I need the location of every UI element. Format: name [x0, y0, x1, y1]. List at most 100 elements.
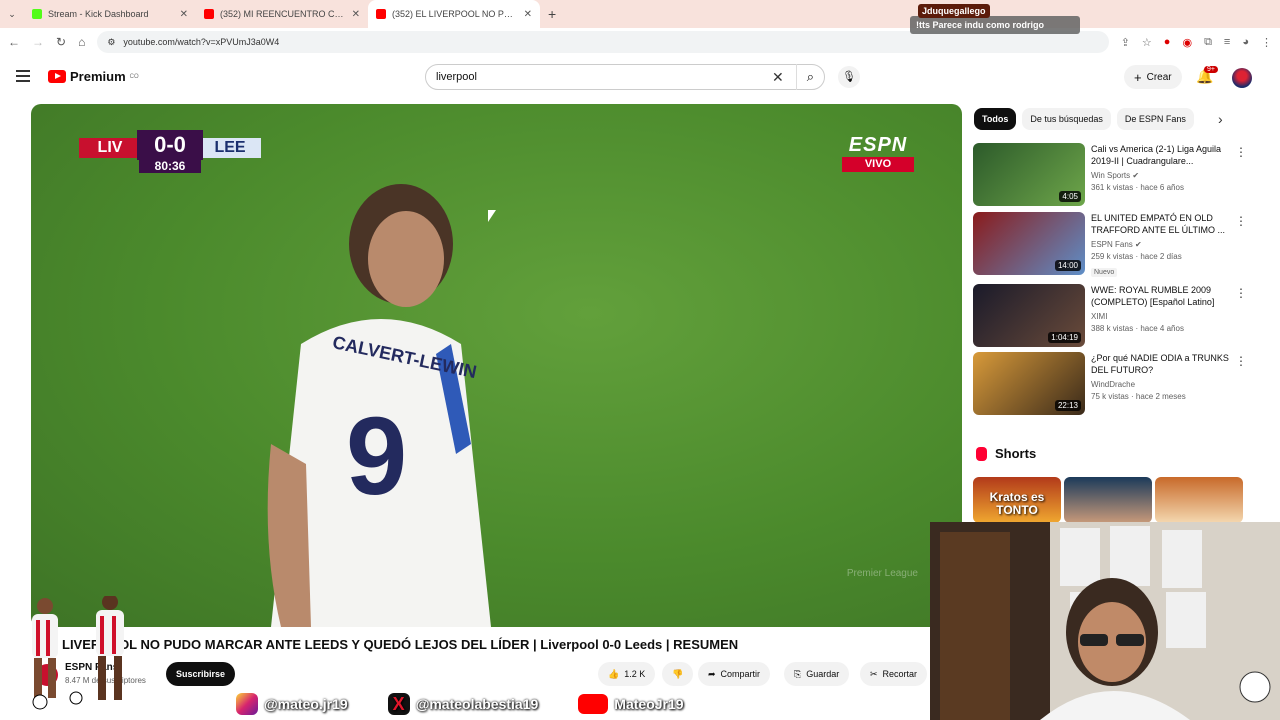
channel-name[interactable]: WindDrache [1091, 380, 1231, 389]
chip-from-searches[interactable]: De tus búsquedas [1022, 108, 1111, 130]
video-info: ¿Por qué NADIE ODIA a TRUNKS DEL FUTURO?… [1091, 352, 1231, 401]
video-thumbnail[interactable]: 22:13 [973, 352, 1085, 415]
microphone-icon[interactable]: 🎙 [838, 66, 860, 88]
search-input[interactable]: liverpool [436, 71, 772, 83]
chip-all[interactable]: Todos [974, 108, 1017, 130]
live-badge: VIVO [842, 157, 914, 172]
verified-icon: ✔ [1132, 171, 1140, 180]
share-icon: ➦ [708, 669, 716, 679]
bookmark-star-icon[interactable]: ☆ [1142, 36, 1152, 49]
duration-badge: 14:00 [1054, 260, 1081, 271]
verified-icon: ✔ [1135, 240, 1142, 249]
search-box[interactable]: liverpool ✕ ⌕ [425, 64, 825, 90]
tab-title: Stream - Kick Dashboard [48, 9, 149, 19]
save-label: Guardar [806, 669, 840, 679]
video-player[interactable]: CALVERT-LEWIN 9 LIV LEE 0-0 80:36 ESPN V… [31, 104, 962, 627]
create-button[interactable]: + Crear [1124, 65, 1182, 89]
tab-kick-dashboard[interactable]: Stream - Kick Dashboard ✕ [24, 0, 196, 28]
mouse-cursor [488, 210, 496, 222]
duration-badge: 1:04:19 [1048, 332, 1081, 343]
youtube-favicon [376, 9, 386, 19]
chip-bar: Todos De tus búsquedas De ESPN Fans [974, 108, 1194, 130]
youtube-header: Premium CO liverpool ✕ ⌕ 🎙 + Crear 🔔 9+ [0, 56, 1280, 100]
chat-username: Jduquegallego [918, 4, 990, 18]
like-button[interactable]: 👍 1.2 K [598, 662, 656, 686]
handle-text: @mateolabestia19 [415, 696, 539, 712]
short-label: Kratos es TONTO [989, 490, 1045, 517]
youtube-logo-icon [48, 70, 66, 83]
reload-icon[interactable]: ↻ [56, 35, 66, 49]
video-title[interactable]: WWE: ROYAL RUMBLE 2009 (COMPLETO) [Españ… [1091, 284, 1231, 308]
handle-text: @mateo.jr19 [264, 696, 348, 712]
match-clock: 80:36 [139, 159, 201, 173]
close-icon[interactable]: ✕ [524, 9, 532, 20]
subscribe-button[interactable]: Suscribirse [166, 662, 236, 686]
chevron-right-icon[interactable]: › [1218, 111, 1223, 127]
clear-search-icon[interactable]: ✕ [772, 69, 784, 86]
channel-name-text: ESPN Fans [1091, 240, 1133, 249]
recommended-video[interactable]: 22:13 ¿Por qué NADIE ODIA a TRUNKS DEL F… [973, 352, 1253, 416]
site-info-icon[interactable]: ⚙ [107, 37, 115, 48]
youtube-premium-logo[interactable]: Premium CO [48, 69, 139, 84]
x-icon: X [387, 693, 410, 715]
back-icon[interactable]: ← [8, 35, 20, 49]
more-options-icon[interactable]: ⋮ [1235, 354, 1247, 368]
recommended-video[interactable]: 1:04:19 WWE: ROYAL RUMBLE 2009 (COMPLETO… [973, 284, 1253, 348]
create-label: Crear [1146, 71, 1172, 83]
save-button[interactable]: ⎘ Guardar [784, 662, 850, 686]
new-tab-icon[interactable]: + [548, 6, 556, 22]
url-field[interactable]: ⚙ youtube.com/watch?v=xPVUmJ3a0W4 [97, 31, 1109, 53]
more-options-icon[interactable]: ⋮ [1235, 286, 1247, 300]
close-icon[interactable]: ✕ [180, 9, 188, 20]
clip-button[interactable]: ✂ Recortar [860, 662, 928, 686]
video-meta: 388 k vistas · hace 4 años [1091, 324, 1184, 333]
tab-list-icon[interactable]: ⌄ [0, 9, 24, 20]
search-divider [795, 64, 797, 90]
media-icon[interactable]: ≡ [1224, 36, 1230, 48]
channel-name[interactable]: Win Sports ✔ [1091, 171, 1231, 180]
video-title[interactable]: ¿Por qué NADIE ODIA a TRUNKS DEL FUTURO? [1091, 352, 1231, 376]
more-options-icon[interactable]: ⋮ [1235, 145, 1247, 159]
short-item[interactable]: Kratos es TONTO [973, 477, 1061, 523]
recommended-video[interactable]: 14:00 EL UNITED EMPATÓ EN OLD TRAFFORD A… [973, 212, 1253, 279]
youtube-favicon [204, 9, 214, 19]
recommended-video[interactable]: 4:05 Cali vs America (2-1) Liga Aguila 2… [973, 143, 1253, 207]
video-info: WWE: ROYAL RUMBLE 2009 (COMPLETO) [Españ… [1091, 284, 1231, 333]
short-item[interactable] [1155, 477, 1243, 523]
shorts-title: Shorts [995, 446, 1037, 461]
search-icon[interactable]: ⌕ [807, 69, 814, 85]
close-icon[interactable]: ✕ [352, 9, 360, 20]
video-title[interactable]: Cali vs America (2-1) Liga Aguila 2019-I… [1091, 143, 1231, 167]
home-icon[interactable]: ⌂ [78, 35, 85, 49]
channel-name[interactable]: ESPN Fans ✔ [1091, 240, 1231, 249]
video-thumbnail[interactable]: 4:05 [973, 143, 1085, 206]
duration-badge: 4:05 [1059, 191, 1081, 202]
chip-from-channel[interactable]: De ESPN Fans [1116, 108, 1194, 130]
hamburger-menu-icon[interactable] [16, 70, 30, 82]
video-title[interactable]: EL UNITED EMPATÓ EN OLD TRAFFORD ANTE EL… [1091, 212, 1231, 236]
video-thumbnail[interactable]: 14:00 [973, 212, 1085, 275]
tab-liverpool[interactable]: (352) EL LIVERPOOL NO PUDO ✕ [368, 0, 540, 28]
player-figure: CALVERT-LEWIN 9 [267, 184, 491, 627]
profile-icon[interactable]: ◕ [1242, 36, 1249, 48]
extension-icon[interactable]: ◉ [1182, 36, 1192, 49]
clip-label: Recortar [882, 669, 918, 679]
video-thumbnail[interactable]: 1:04:19 [973, 284, 1085, 347]
puzzle-icon[interactable]: ⧉ [1204, 36, 1212, 49]
more-options-icon[interactable]: ⋮ [1235, 214, 1247, 228]
kebab-menu-icon[interactable]: ⋮ [1261, 36, 1272, 49]
video-meta: 361 k vistas · hace 6 años [1091, 183, 1184, 192]
espn-wordmark: ESPN [848, 134, 908, 156]
url-text: youtube.com/watch?v=xPVUmJ3a0W4 [123, 37, 280, 47]
home-team: LIV [79, 138, 141, 158]
dislike-button[interactable]: 👎 [662, 662, 694, 686]
tab-reencuentro[interactable]: (352) MI REENCUENTRO CON A ✕ [196, 0, 368, 28]
forward-icon[interactable]: → [32, 35, 44, 49]
extension-icon[interactable]: ● [1164, 36, 1171, 48]
share-button[interactable]: ➦ Compartir [698, 662, 771, 686]
install-icon[interactable]: ⇪ [1121, 36, 1130, 49]
account-avatar[interactable] [1232, 68, 1252, 88]
channel-name[interactable]: XIMI [1091, 312, 1231, 321]
short-item[interactable] [1064, 477, 1152, 523]
video-info: EL UNITED EMPATÓ EN OLD TRAFFORD ANTE EL… [1091, 212, 1231, 279]
